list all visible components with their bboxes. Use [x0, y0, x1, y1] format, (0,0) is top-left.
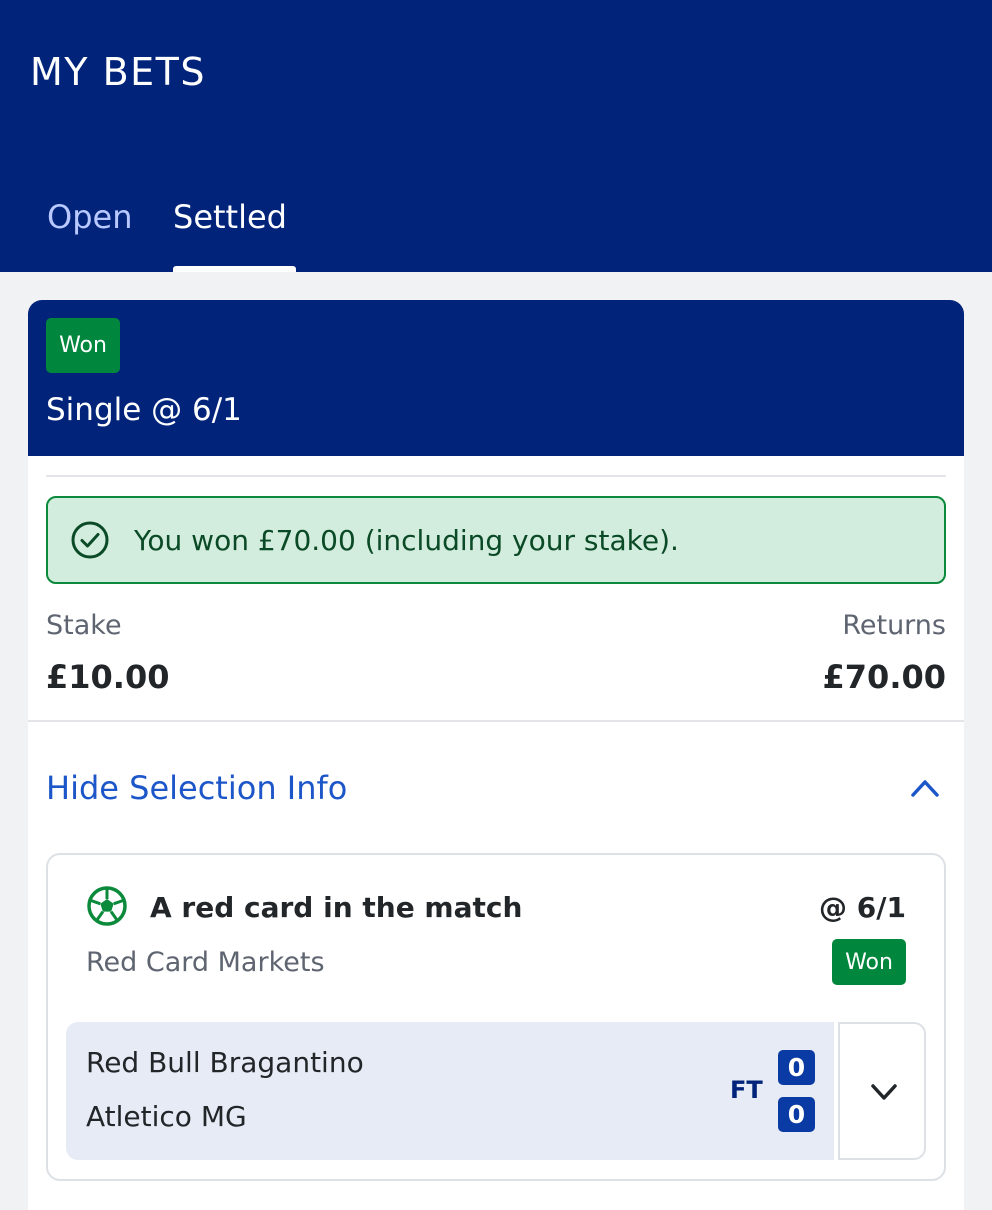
- hide-selection-info-toggle[interactable]: Hide Selection Info: [28, 745, 964, 835]
- soccer-ball-icon: [87, 886, 127, 926]
- stake-label: Stake: [46, 610, 122, 641]
- divider: [28, 720, 964, 722]
- selection-odds: @ 6/1: [819, 891, 906, 924]
- home-score: 0: [778, 1050, 815, 1085]
- divider: [46, 475, 946, 477]
- selection-name: A red card in the match: [150, 891, 523, 924]
- chevron-down-icon: [871, 1084, 897, 1100]
- selection-status-badge: Won: [832, 939, 906, 985]
- home-team: Red Bull Bragantino: [86, 1046, 364, 1079]
- page-title: MY BETS: [30, 50, 206, 94]
- chevron-up-icon: [911, 780, 939, 797]
- returns-label: Returns: [842, 610, 946, 641]
- selection-market: Red Card Markets: [86, 947, 325, 978]
- stake-value: £10.00: [46, 658, 170, 696]
- away-score: 0: [778, 1097, 815, 1132]
- toggle-label: Hide Selection Info: [46, 769, 348, 807]
- bet-type: Single @ 6/1: [46, 392, 242, 428]
- bet-status-badge: Won: [46, 318, 120, 373]
- active-tab-indicator: [173, 266, 296, 272]
- tab-open[interactable]: Open: [47, 198, 132, 236]
- match-period: FT: [730, 1076, 763, 1104]
- win-message: You won £70.00 (including your stake).: [134, 523, 679, 557]
- app-header: MY BETS Open Settled: [0, 0, 992, 272]
- expand-match-button[interactable]: [838, 1022, 926, 1160]
- win-banner: You won £70.00 (including your stake).: [46, 496, 946, 584]
- bet-card-header: Won Single @ 6/1: [28, 300, 964, 456]
- selection-card: A red card in the match @ 6/1 Red Card M…: [46, 853, 946, 1181]
- tab-settled[interactable]: Settled: [173, 198, 287, 236]
- away-team: Atletico MG: [86, 1100, 247, 1133]
- returns-value: £70.00: [822, 658, 946, 696]
- match-scoreboard: Red Bull Bragantino Atletico MG FT 0 0: [66, 1022, 834, 1160]
- bet-card: Won Single @ 6/1 You won £70.00 (includi…: [28, 300, 964, 1210]
- check-circle-icon: [71, 521, 109, 559]
